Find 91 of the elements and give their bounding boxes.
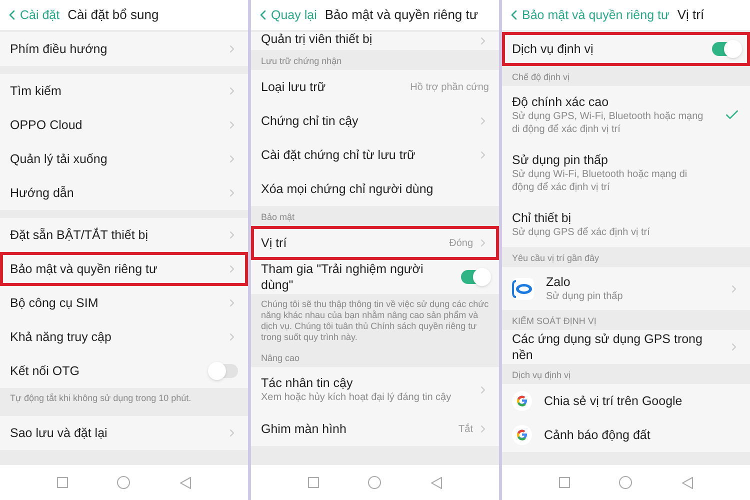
settings-row[interactable]: Chứng chỉ tin cậy [251,104,499,138]
section-footnote: Tự động tắt khi không sử dụng trong 10 phút. [9,392,192,405]
settings-row[interactable]: Đặt sẵn BẬT/TẮT thiết bị [0,218,248,252]
row-label: Bộ công cụ SIM [10,295,100,311]
section-header: Chế độ định vị [511,71,571,84]
row-label: OPPO Cloud [10,117,84,133]
back-triangle-icon[interactable] [180,476,192,488]
row-label: Tác nhân tin cậy [261,375,354,391]
row-label: Dịch vụ định vị [512,41,594,57]
settings-row[interactable]: Độ chính xác cao Sử dụng GPS, Wi-Fi, Bluetooth hoặc mạng di động để xác định vị trí [502,86,750,144]
settings-row[interactable]: Quản lý tải xuống [0,142,248,176]
settings-row[interactable]: Chỉ thiết bị Sử dụng GPS để xác định vị trí [502,202,750,247]
settings-row[interactable]: Tham gia "Trải nghiệm người dùng" [251,260,499,294]
google-g-icon [512,391,532,411]
row-subtitle: Xem hoặc hủy kích hoạt đại lý đáng tin cậy [261,391,452,404]
row-value: Tắt [458,422,473,436]
row-label: Cài đặt chứng chỉ từ lưu trữ [261,147,416,163]
row-label: Zalo [546,274,572,290]
home-icon[interactable] [619,476,632,489]
row-label: Chỉ thiết bị [512,210,572,226]
settings-row[interactable]: OPPO Cloud [0,108,248,142]
row-label: Chia sẻ vị trí trên Google [544,393,684,409]
row-subtitle: Sử dụng GPS, Wi-Fi, Bluetooth hoặc mạng di động để xác định vị trí [512,110,704,136]
row-subtitle: Sử dụng Wi-Fi, Bluetooth hoặc mạng di động để xác định vị trí [512,168,688,194]
row-label: Cảnh báo động đất [544,427,652,443]
recent-apps-icon[interactable] [558,477,570,488]
toggle-switch[interactable] [712,42,740,56]
row-label: Sử dụng pin thấp [512,152,609,168]
recent-apps-icon[interactable] [308,477,319,488]
row-label: Đặt sẵn BẬT/TẮT thiết bị [10,227,150,243]
row-label: Kết nối OTG [10,363,80,379]
settings-row[interactable]: Loại lưu trữ Hồ trợ phần cứng [251,70,499,104]
section-header: Yêu cầu vị trí gần đây [511,252,600,265]
home-icon[interactable] [117,476,130,489]
settings-row[interactable]: Tác nhân tin cậy Xem hoặc hủy kích hoạt đại lý đáng tin cậy [251,367,499,412]
screen-title: Vị trí [677,6,704,24]
row-label: Hướng dẫn [10,185,75,201]
row-label: Khả năng truy cập [10,329,112,345]
row-label: Vị trí [261,235,288,251]
toggle-switch[interactable] [461,270,489,284]
settings-row[interactable]: Khả năng truy cập [0,320,248,354]
row-subtitle: Sử dụng pin thấp [546,290,624,303]
home-icon[interactable] [368,476,382,489]
section-footnote: Chúng tôi sẽ thu thập thông tin về việc sử dụng các chức năng khác nhau của bạn nhằm nâng cao sản phẩm và dịch vụ. Chúng tôi tuân thủ Chính sách quyền riêng tư trong suốt quy trình này. [260,298,490,344]
settings-row[interactable]: Bảo mật và quyền riêng tư [0,252,248,286]
settings-row[interactable]: Xóa mọi chứng chỉ người dùng [251,172,499,206]
settings-row[interactable]: Tìm kiếm [0,74,248,108]
section-header: Nâng cao [260,352,301,365]
recent-apps-icon[interactable] [56,477,68,488]
row-label: Phím điều hướng [10,41,108,57]
settings-row[interactable]: Quản trị viên thiết bị [251,32,499,50]
settings-row[interactable]: Dịch vụ định vị [502,32,750,66]
row-label: Ghim màn hình [261,421,348,437]
section-header: Dịch vụ định vị [511,369,572,382]
google-g-icon [512,425,532,445]
row-value: Đóng [449,236,473,250]
settings-row[interactable]: Zalo Sử dụng pin thấp [502,267,750,310]
row-label: Loại lưu trữ [261,79,327,95]
chat-app-icon [512,278,534,300]
section-header: KIỂM SOÁT ĐỊNH VỊ [511,315,598,328]
settings-row[interactable]: Sao lưu và đặt lại [0,416,248,450]
settings-row[interactable]: Các ứng dụng sử dụng GPS trong nền [502,330,750,364]
row-label: Xóa mọi chứng chỉ người dùng [261,181,434,197]
row-label: Độ chính xác cao [512,94,610,110]
settings-row[interactable]: Sử dụng pin thấp Sử dụng Wi-Fi, Bluetooth hoặc mạng di động để xác định vị trí [502,144,750,202]
row-label: Quản trị viên thiết bị [261,31,374,47]
toggle-switch[interactable] [210,364,238,378]
settings-row[interactable]: Vị trí Đóng [251,226,499,260]
section-header: Bảo mật [260,211,296,224]
row-label: Bảo mật và quyền riêng tư [10,261,158,277]
screen-title: Cài đặt bổ sung [68,6,159,24]
row-label: Sao lưu và đặt lại [10,425,108,441]
back-triangle-icon[interactable] [682,476,694,488]
row-label: Tham gia "Trải nghiệm người dùng" [261,261,424,293]
row-label: Các ứng dụng sử dụng GPS trong nền [512,331,704,363]
section-header: Lưu trữ chứng nhận [260,55,343,68]
row-label: Tìm kiếm [10,83,62,99]
row-subtitle: Sử dụng GPS để xác định vị trí [512,226,651,239]
row-label: Quản lý tải xuống [10,151,108,167]
settings-row[interactable]: Cài đặt chứng chỉ từ lưu trữ [251,138,499,172]
row-label: Chứng chỉ tin cậy [261,113,360,129]
row-value: Hồ trợ phần cứng [410,80,489,94]
settings-row[interactable]: Bộ công cụ SIM [0,286,248,320]
screen-title: Bảo mật và quyền riêng tư [324,6,478,24]
settings-row[interactable]: Phím điều hướng [0,32,248,66]
settings-row[interactable]: Kết nối OTG [0,354,248,388]
settings-row[interactable]: Cảnh báo động đất [502,418,750,452]
settings-row[interactable]: Chia sẻ vị trí trên Google [502,384,750,418]
settings-row[interactable]: Hướng dẫn [0,176,248,210]
back-triangle-icon[interactable] [431,476,442,488]
settings-row[interactable]: Ghim màn hình Tắt [251,412,499,446]
